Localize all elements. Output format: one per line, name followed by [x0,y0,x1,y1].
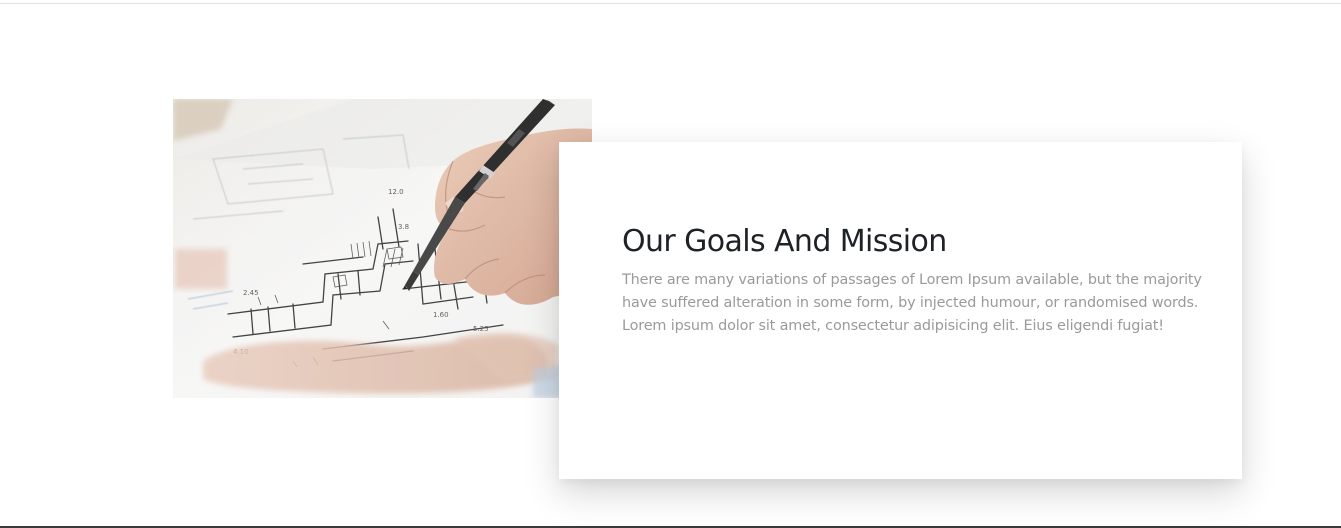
mission-title: Our Goals And Mission [622,224,947,259]
mission-description: There are many variations of passages of… [622,272,1202,334]
mission-photo: 2.45 3.8 1.60 5.25 4.10 12.0 [173,99,592,398]
page: 2.45 3.8 1.60 5.25 4.10 12.0 [0,0,1341,528]
header-divider [0,3,1341,4]
architect-sketching-blueprint-photo-icon: 2.45 3.8 1.60 5.25 4.10 12.0 [173,99,592,398]
mission-card: Our Goals And Mission There are many var… [559,142,1242,479]
